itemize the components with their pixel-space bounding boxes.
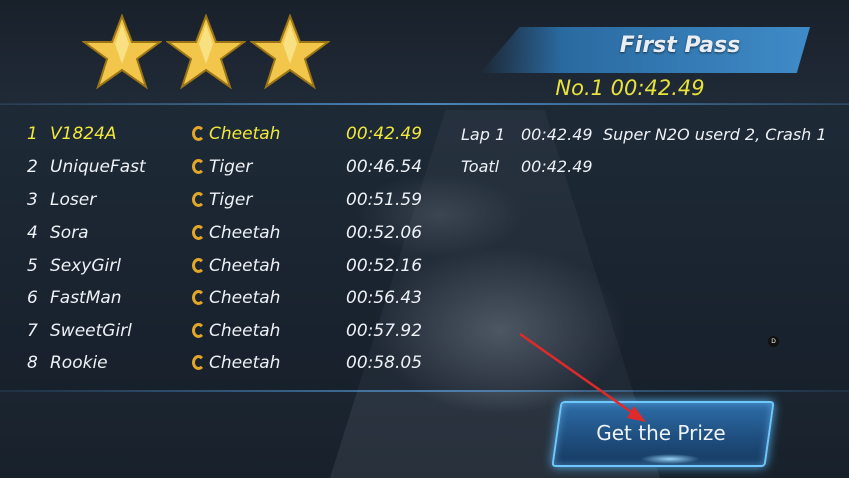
result-row: 4 Sora Cheetah 00:52.06: [0, 223, 460, 253]
car-name: Tiger: [209, 190, 253, 210]
rank: 1: [27, 124, 38, 144]
car-class-icon: [192, 159, 205, 174]
car-class-icon: [192, 126, 205, 141]
result-row: 2 UniqueFast Tiger 00:46.54: [0, 157, 460, 187]
rank: 6: [27, 288, 38, 308]
race-time: 00:51.59: [346, 190, 423, 210]
rank: 2: [27, 157, 38, 177]
rank: 4: [27, 223, 38, 243]
car-cell: Cheetah: [192, 353, 280, 373]
rank: 5: [27, 256, 38, 276]
lap-note: Super N2O userd 2, Crash 1: [603, 125, 827, 144]
car-class-icon: [192, 225, 205, 240]
car-name: Tiger: [209, 157, 253, 177]
race-time: 00:56.43: [346, 288, 423, 308]
car-name: Cheetah: [209, 321, 281, 341]
rank: 3: [27, 190, 38, 210]
player-name: V1824A: [50, 124, 117, 144]
star-icon: [82, 14, 162, 90]
race-time: 00:52.16: [346, 256, 423, 276]
race-time: 00:57.92: [346, 321, 423, 341]
total-time: 00:42.49: [521, 157, 593, 176]
player-name: UniqueFast: [50, 157, 146, 177]
result-row: 7 SweetGirl Cheetah 00:57.92: [0, 321, 460, 351]
car-class-icon: [192, 290, 205, 305]
player-name: Sora: [50, 223, 89, 243]
player-name: SexyGirl: [50, 256, 121, 276]
best-record: No.1 00:42.49: [555, 76, 705, 100]
star-icon: [250, 14, 330, 90]
rank: 8: [27, 353, 38, 373]
divider: [0, 390, 849, 392]
car-class-icon: [192, 192, 205, 207]
car-class-icon: [192, 258, 205, 273]
result-row: 5 SexyGirl Cheetah 00:52.16: [0, 256, 460, 286]
star-icon: [166, 14, 246, 90]
car-cell: Tiger: [192, 190, 252, 210]
race-title: First Pass: [619, 33, 741, 58]
car-name: Cheetah: [209, 124, 281, 144]
car-cell: Cheetah: [192, 321, 280, 341]
lap-time: 00:42.49: [521, 125, 593, 144]
race-time: 00:52.06: [346, 223, 423, 243]
car-name: Cheetah: [209, 288, 281, 308]
car-class-icon: [192, 355, 205, 370]
car-cell: Tiger: [192, 157, 252, 177]
car-cell: Cheetah: [192, 223, 280, 243]
car-cell: Cheetah: [192, 288, 280, 308]
car-name: Cheetah: [209, 353, 281, 373]
race-time: 00:46.54: [346, 157, 423, 177]
race-time: 00:42.49: [346, 124, 423, 144]
result-row: 3 Loser Tiger 00:51.59: [0, 190, 460, 220]
lap-label: Lap 1: [461, 125, 506, 144]
total-label: Toatl: [461, 157, 500, 176]
car-name: Cheetah: [209, 223, 281, 243]
car-class-icon: [192, 323, 205, 338]
button-glow: [640, 454, 700, 464]
car-name: Cheetah: [209, 256, 281, 276]
cursor-marker: D: [768, 336, 779, 347]
result-row: 8 Rookie Cheetah 00:58.05: [0, 353, 460, 383]
race-time: 00:58.05: [346, 353, 423, 373]
rank: 7: [27, 321, 38, 341]
car-cell: Cheetah: [192, 256, 280, 276]
result-row: 6 FastMan Cheetah 00:56.43: [0, 288, 460, 318]
player-name: FastMan: [50, 288, 122, 308]
result-row: 1 V1824A Cheetah 00:42.49: [0, 124, 460, 154]
car-cell: Cheetah: [192, 124, 280, 144]
player-name: Rookie: [50, 353, 108, 373]
player-name: Loser: [50, 190, 97, 210]
player-name: SweetGirl: [50, 321, 132, 341]
